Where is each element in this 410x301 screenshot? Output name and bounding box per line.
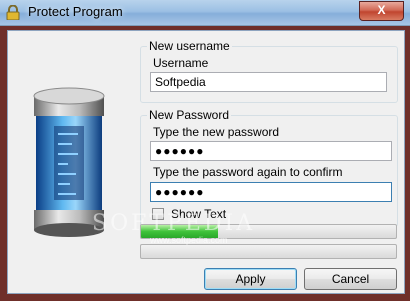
username-label: Username	[153, 56, 209, 70]
new-password-input[interactable]: ●●●●●●	[150, 141, 392, 161]
new-username-legend: New username	[147, 39, 232, 53]
close-button[interactable]: X	[359, 1, 404, 21]
new-password-label: Type the new password	[153, 125, 280, 139]
watermark-text: SOFTPEDIA	[92, 211, 256, 236]
cancel-button[interactable]: Cancel	[304, 268, 397, 290]
lock-icon	[6, 5, 20, 20]
watermark-url: www.softpedia.com	[150, 235, 228, 245]
apply-button[interactable]: Apply	[204, 268, 297, 290]
username-input[interactable]: Softpedia	[150, 72, 387, 92]
secondary-progress-bar	[140, 244, 397, 259]
app-window: Protect Program X New username Username …	[0, 0, 410, 301]
title-bar[interactable]: Protect Program X	[0, 0, 410, 26]
window-title: Protect Program	[28, 4, 123, 19]
dialog-body: New username Username Softpedia New Pass…	[7, 30, 405, 294]
new-password-legend: New Password	[147, 108, 232, 122]
confirm-password-label: Type the password again to confirm	[153, 165, 343, 179]
confirm-password-input[interactable]: ●●●●●●	[150, 182, 392, 202]
